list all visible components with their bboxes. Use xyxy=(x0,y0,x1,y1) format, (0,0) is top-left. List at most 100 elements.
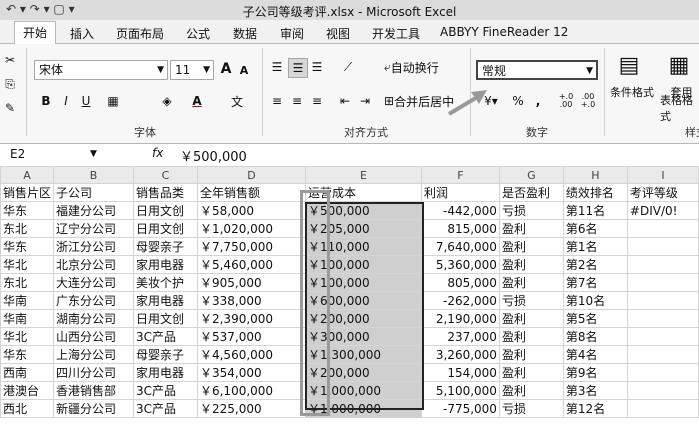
tab-data[interactable]: 数据 xyxy=(225,23,265,44)
header-cell[interactable]: 销售片区 xyxy=(0,183,55,202)
column-header[interactable]: D xyxy=(196,166,306,184)
cell[interactable]: 第12名 xyxy=(562,399,628,418)
cell[interactable]: #DIV/0! xyxy=(626,201,699,220)
cell[interactable]: 山西分公司 xyxy=(53,327,134,346)
cell[interactable]: 日用文创 xyxy=(133,201,198,220)
copy-icon[interactable]: ⎘ xyxy=(2,76,18,92)
table-format-icon[interactable]: ▦ xyxy=(664,50,694,80)
cell[interactable]: 第6名 xyxy=(562,219,628,238)
conditional-format-icon[interactable]: ▤ xyxy=(612,50,646,80)
cell[interactable]: 第7名 xyxy=(562,273,628,292)
cell[interactable] xyxy=(626,345,699,364)
cell[interactable]: ￥7,750,000 xyxy=(196,237,306,256)
cell[interactable]: 237,000 xyxy=(420,327,500,346)
cell[interactable] xyxy=(626,219,699,238)
cell[interactable]: 家用电器 xyxy=(133,291,198,310)
column-header[interactable]: C xyxy=(133,166,198,184)
cell[interactable]: 805,000 xyxy=(420,273,500,292)
header-cell[interactable]: 考评等级 xyxy=(626,183,699,202)
cell[interactable]: 第11名 xyxy=(562,201,628,220)
tab-insert[interactable]: 插入 xyxy=(62,23,102,44)
wrap-text-button[interactable]: ⤶ 自动换行 xyxy=(384,58,439,76)
cell[interactable]: 华东 xyxy=(0,201,55,220)
cell[interactable]: 815,000 xyxy=(420,219,500,238)
cell[interactable]: 3C产品 xyxy=(133,381,198,400)
cell[interactable]: 第5名 xyxy=(562,309,628,328)
cell[interactable]: ￥1,020,000 xyxy=(196,219,306,238)
tab-review[interactable]: 审阅 xyxy=(272,23,312,44)
cell[interactable]: 154,000 xyxy=(420,363,500,382)
header-cell[interactable]: 子公司 xyxy=(53,183,134,202)
grow-font-button[interactable]: A xyxy=(218,60,234,78)
cell[interactable]: 香港销售部 xyxy=(53,381,134,400)
cell[interactable]: -775,000 xyxy=(420,399,500,418)
name-box[interactable]: E2 ▼ xyxy=(10,146,120,163)
column-header[interactable]: B xyxy=(53,166,134,184)
cell[interactable]: 盈利 xyxy=(498,363,564,382)
cell[interactable]: 5,360,000 xyxy=(420,255,500,274)
cell[interactable]: ￥4,560,000 xyxy=(196,345,306,364)
cell[interactable] xyxy=(626,309,699,328)
cell[interactable]: 福建分公司 xyxy=(53,201,134,220)
cell[interactable]: 港澳台 xyxy=(0,381,55,400)
tab-page-layout[interactable]: 页面布局 xyxy=(108,23,172,44)
header-cell[interactable]: 是否盈利 xyxy=(498,183,564,202)
cell[interactable]: 华南 xyxy=(0,291,55,310)
cell[interactable]: 母婴亲子 xyxy=(133,345,198,364)
increase-indent-icon[interactable]: ⇥ xyxy=(356,92,374,110)
cell[interactable]: 家用电器 xyxy=(133,255,198,274)
align-bottom-icon[interactable]: ☰ xyxy=(308,58,326,76)
cell[interactable] xyxy=(626,399,699,418)
orientation-icon[interactable]: ⟋ xyxy=(338,58,358,76)
tab-view[interactable]: 视图 xyxy=(318,23,358,44)
cell[interactable] xyxy=(626,327,699,346)
cell[interactable]: 东北 xyxy=(0,273,55,292)
cell[interactable] xyxy=(626,363,699,382)
underline-button[interactable]: U xyxy=(78,92,94,110)
align-right-icon[interactable]: ≡ xyxy=(308,92,326,110)
insert-function-icon[interactable]: fx xyxy=(152,146,163,160)
cell[interactable]: -442,000 xyxy=(420,201,500,220)
column-header[interactable]: H xyxy=(562,166,628,184)
cell[interactable]: 盈利 xyxy=(498,345,564,364)
header-cell[interactable]: 绩效排名 xyxy=(562,183,628,202)
cell[interactable]: 亏损 xyxy=(498,399,564,418)
cell[interactable]: ￥354,000 xyxy=(196,363,306,382)
cell[interactable] xyxy=(626,273,699,292)
column-header[interactable]: F xyxy=(420,166,500,184)
cell[interactable]: 东北 xyxy=(0,219,55,238)
cell[interactable]: 7,640,000 xyxy=(420,237,500,256)
cell[interactable] xyxy=(626,237,699,256)
conditional-format-button[interactable]: 条件格式 xyxy=(604,84,660,100)
font-size-select[interactable]: 11 ▼ xyxy=(170,60,214,80)
cell[interactable]: -262,000 xyxy=(420,291,500,310)
formula-input[interactable]: ￥500,000 xyxy=(180,146,247,165)
border-icon[interactable]: ▦ xyxy=(104,92,122,110)
cell[interactable] xyxy=(626,255,699,274)
cell[interactable]: 盈利 xyxy=(498,309,564,328)
column-header[interactable]: G xyxy=(498,166,564,184)
cell[interactable]: 盈利 xyxy=(498,381,564,400)
cell[interactable]: 华北 xyxy=(0,327,55,346)
tab-abbyy[interactable]: ABBYY FineReader 12 xyxy=(432,23,576,41)
name-box-dropdown-icon[interactable]: ▼ xyxy=(90,146,97,163)
shrink-font-button[interactable]: A xyxy=(236,62,252,78)
cell[interactable]: 日用文创 xyxy=(133,309,198,328)
cell[interactable]: 广东分公司 xyxy=(53,291,134,310)
italic-button[interactable]: I xyxy=(58,92,74,110)
cell[interactable]: 盈利 xyxy=(498,237,564,256)
font-color-icon[interactable]: A xyxy=(188,92,206,110)
cell[interactable]: ￥2,390,000 xyxy=(196,309,306,328)
cell[interactable]: 家用电器 xyxy=(133,363,198,382)
cell[interactable]: 上海分公司 xyxy=(53,345,134,364)
tab-developer[interactable]: 开发工具 xyxy=(364,23,428,44)
column-header[interactable]: I xyxy=(626,166,699,184)
align-middle-icon[interactable]: ☰ xyxy=(288,58,308,78)
column-header[interactable]: A xyxy=(0,166,55,184)
cell[interactable]: 亏损 xyxy=(498,201,564,220)
bold-button[interactable]: B xyxy=(38,92,54,110)
cell[interactable]: 四川分公司 xyxy=(53,363,134,382)
cell[interactable]: 华南 xyxy=(0,309,55,328)
cell[interactable]: ￥58,000 xyxy=(196,201,306,220)
cell[interactable]: ￥6,100,000 xyxy=(196,381,306,400)
